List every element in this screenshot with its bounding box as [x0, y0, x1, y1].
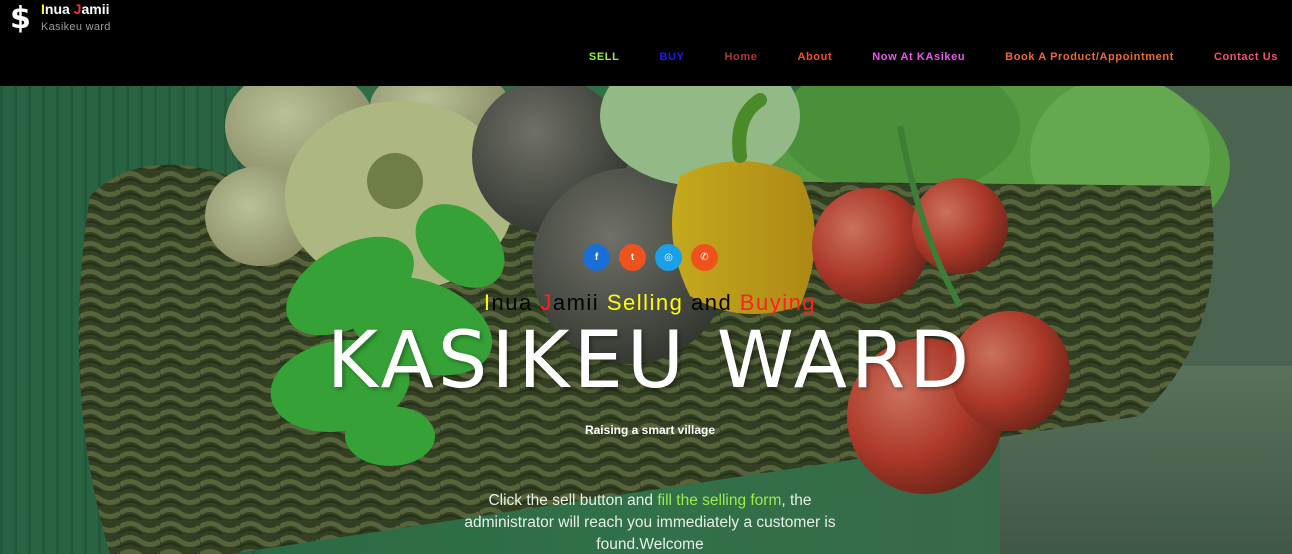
dollar-icon: $ — [10, 1, 31, 36]
hero-info-text: Click the sell button and fill the selli… — [450, 490, 850, 554]
top-navbar: $ Inua Jamii Kasikeu ward SELL BUY Home … — [0, 0, 1292, 86]
hero-title: KASIKEU WARD — [326, 316, 974, 406]
hero-tagline: Inua Jamii Selling and Buying — [0, 290, 1292, 316]
nav-contact-us[interactable]: Contact Us — [1214, 51, 1278, 63]
nav-buy[interactable]: BUY — [659, 51, 684, 63]
brand-title-part: nua — [44, 1, 74, 17]
nav-about[interactable]: About — [797, 51, 832, 63]
tagline-part: nua — [491, 290, 541, 315]
whatsapp-icon[interactable]: ✆ — [691, 244, 718, 271]
brand-title-part: amii — [81, 1, 110, 17]
brand-title: Inua Jamii — [41, 2, 111, 16]
hero-section: f t ◎ ✆ Inua Jamii Selling and Buying KA… — [0, 86, 1292, 554]
brand-subtitle: Kasikeu ward — [41, 21, 111, 33]
instagram-icon[interactable]: ◎ — [655, 244, 682, 271]
tagline-part: Selling — [606, 290, 684, 315]
nav-home[interactable]: Home — [724, 51, 757, 63]
brand[interactable]: $ Inua Jamii Kasikeu ward — [10, 2, 111, 36]
tagline-part: and — [683, 290, 740, 315]
info-part: Click the sell button and — [488, 492, 658, 509]
tagline-part: J — [540, 290, 553, 315]
facebook-icon[interactable]: f — [583, 244, 610, 271]
info-part: fill the selling form — [657, 492, 782, 509]
nav-now-at-kasikeu[interactable]: Now At KAsikeu — [872, 51, 965, 63]
tagline-part: Buying — [739, 290, 817, 315]
nav-sell[interactable]: SELL — [589, 51, 620, 63]
main-nav: SELL BUY Home About Now At KAsikeu Book … — [549, 51, 1278, 63]
brand-text: Inua Jamii Kasikeu ward — [41, 2, 111, 35]
tagline-part: amii — [552, 290, 607, 315]
twitter-icon[interactable]: t — [619, 244, 646, 271]
nav-book-appointment[interactable]: Book A Product/Appointment — [1005, 51, 1174, 63]
social-links: f t ◎ ✆ — [583, 244, 718, 271]
tagline-part: I — [483, 290, 492, 315]
hero-subtitle: Raising a smart village — [584, 423, 716, 437]
